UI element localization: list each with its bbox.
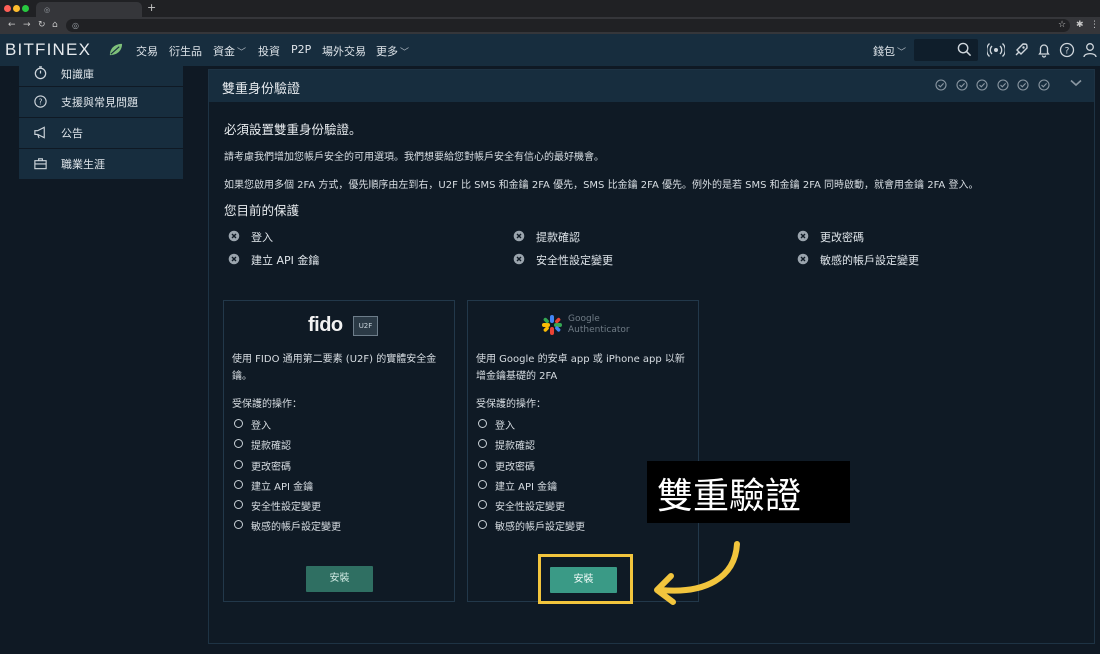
extensions-icon[interactable]: ✱ xyxy=(1076,19,1084,31)
reload-icon[interactable]: ↻ xyxy=(38,19,46,31)
rocket-icon[interactable] xyxy=(1012,41,1030,59)
chevron-down-icon: ﹀ xyxy=(400,48,410,58)
priority-paragraph: 如果您啟用多個 2FA 方式，優先順序由左到右，U2F 比 SMS 和金鑰 2F… xyxy=(224,180,979,191)
wallet-menu[interactable]: 錢包 ﹀ xyxy=(873,43,906,59)
tab-favicon-icon: ◎ xyxy=(44,6,51,14)
bitfinex-logo[interactable]: BITFINEX xyxy=(5,40,91,60)
page-title: 雙重身份驗證 xyxy=(222,82,301,97)
back-icon[interactable]: ← xyxy=(8,19,16,31)
google-logo-text: Google xyxy=(568,314,600,324)
sidebar-item-label: 支援與常見問題 xyxy=(61,96,138,109)
leaf-logo-icon xyxy=(109,43,123,56)
panel-header[interactable]: 雙重身份驗證 xyxy=(209,70,1094,102)
close-window-button[interactable] xyxy=(4,5,11,12)
callout-text: 雙重驗證 xyxy=(657,476,802,517)
radio-circle-icon xyxy=(478,419,487,428)
radio-circle-icon xyxy=(234,500,243,509)
authenticator-logo-text: Authenticator xyxy=(568,325,630,335)
sidebar-item-support-faq[interactable]: ? 支援與常見問題 xyxy=(19,87,183,118)
new-tab-button[interactable]: + xyxy=(147,1,156,15)
nav-p2p[interactable]: P2P xyxy=(291,43,311,56)
bell-icon[interactable] xyxy=(1035,41,1053,59)
card-description: 使用 FIDO 通用第二要素 (U2F) 的實體安全金鑰。 xyxy=(232,354,437,382)
radio-circle-icon xyxy=(478,500,487,509)
sidebar-item-label: 公告 xyxy=(61,127,83,140)
protected-actions-heading: 受保護的操作： xyxy=(232,399,302,410)
x-circle-icon xyxy=(797,253,809,265)
radio-circle-icon xyxy=(478,520,487,529)
nav-invest[interactable]: 投資 xyxy=(258,43,280,59)
nav-more[interactable]: 更多 ﹀ xyxy=(376,43,409,59)
question-icon: ? xyxy=(34,95,47,108)
menu-dots-icon[interactable]: ⋮ xyxy=(1090,19,1099,31)
x-circle-icon xyxy=(228,253,240,265)
chevron-down-icon: ﹀ xyxy=(237,48,247,58)
annotation-arrow-icon xyxy=(654,541,740,605)
step-check-icon xyxy=(956,79,968,91)
required-heading: 必須設置雙重身份驗證。 xyxy=(224,122,362,137)
briefcase-icon xyxy=(34,158,47,170)
nav-otc[interactable]: 場外交易 xyxy=(322,43,366,59)
stopwatch-icon xyxy=(34,66,47,80)
svg-text:?: ? xyxy=(1065,47,1070,57)
radio-circle-icon xyxy=(478,460,487,469)
google-authenticator-icon xyxy=(542,315,562,335)
user-icon[interactable] xyxy=(1081,41,1099,59)
browser-address-bar: ← → ↻ ⌂ ◎ ☆ ✱ ⋮ xyxy=(0,17,1100,34)
home-icon[interactable]: ⌂ xyxy=(52,19,58,31)
annotation-callout: 雙重驗證 xyxy=(647,461,850,523)
card-description: 使用 Google 的安卓 app 或 iPhone app 以新增金鑰基礎的 … xyxy=(476,354,685,382)
nav-trade[interactable]: 交易 xyxy=(136,43,158,59)
browser-tab-bar: ◎ + xyxy=(0,0,1100,17)
radio-circle-icon xyxy=(234,419,243,428)
sidebar-item-label: 職業生涯 xyxy=(61,158,105,171)
step-check-icon xyxy=(1038,79,1050,91)
sidebar-item-careers[interactable]: 職業生涯 xyxy=(19,149,183,180)
minimize-window-button[interactable] xyxy=(13,5,20,12)
megaphone-icon xyxy=(34,126,45,139)
install-fido-button[interactable]: 安裝 xyxy=(306,566,373,592)
url-input[interactable]: ◎ xyxy=(66,19,1070,32)
maximize-window-button[interactable] xyxy=(22,5,29,12)
protected-actions-heading: 受保護的操作： xyxy=(476,399,546,410)
x-circle-icon xyxy=(228,230,240,242)
radio-circle-icon xyxy=(234,439,243,448)
help-icon[interactable]: ? xyxy=(1058,41,1076,59)
step-check-icon xyxy=(935,79,947,91)
radio-circle-icon xyxy=(234,460,243,469)
sidebar: 知識庫 ? 支援與常見問題 公告 職業生涯 xyxy=(19,66,183,180)
nav-derivatives[interactable]: 衍生品 xyxy=(169,43,202,59)
star-icon[interactable]: ☆ xyxy=(1058,19,1066,31)
sidebar-item-label: 知識庫 xyxy=(61,68,94,81)
fido-u2f-card: fido U2F 使用 FIDO 通用第二要素 (U2F) 的實體安全金鑰。 受… xyxy=(223,300,455,602)
radio-circle-icon xyxy=(234,480,243,489)
radio-circle-icon xyxy=(478,439,487,448)
chevron-down-icon[interactable] xyxy=(1069,76,1083,90)
radio-circle-icon xyxy=(478,480,487,489)
step-check-icon xyxy=(997,79,1009,91)
top-navigation: BITFINEX 交易 衍生品 資金 ﹀ 投資 P2P 場外交易 更多 ﹀ 錢包 ﹀ … xyxy=(0,34,1100,66)
search-icon[interactable] xyxy=(957,42,972,57)
svg-text:?: ? xyxy=(39,98,43,107)
browser-tab[interactable]: ◎ xyxy=(36,2,142,17)
sidebar-item-announcements[interactable]: 公告 xyxy=(19,118,183,149)
forward-icon[interactable]: → xyxy=(23,19,31,31)
search-input[interactable] xyxy=(914,39,978,61)
site-info-icon[interactable]: ◎ xyxy=(72,20,79,31)
broadcast-icon[interactable] xyxy=(987,41,1005,59)
step-check-icon xyxy=(976,79,988,91)
sidebar-item-knowledge-base[interactable]: 知識庫 xyxy=(19,66,183,87)
x-circle-icon xyxy=(513,253,525,265)
x-circle-icon xyxy=(513,230,525,242)
chevron-down-icon: ﹀ xyxy=(897,48,907,58)
nav-funding[interactable]: 資金 ﹀ xyxy=(213,43,246,59)
highlight-box xyxy=(538,554,633,604)
step-check-icon xyxy=(1017,79,1029,91)
radio-circle-icon xyxy=(234,520,243,529)
x-circle-icon xyxy=(797,230,809,242)
protection-heading: 您目前的保護 xyxy=(224,203,300,218)
intro-paragraph: 請考慮我們增加您帳戶安全的可用選項。我們想要給您對帳戶安全有信心的最好機會。 xyxy=(224,152,604,163)
